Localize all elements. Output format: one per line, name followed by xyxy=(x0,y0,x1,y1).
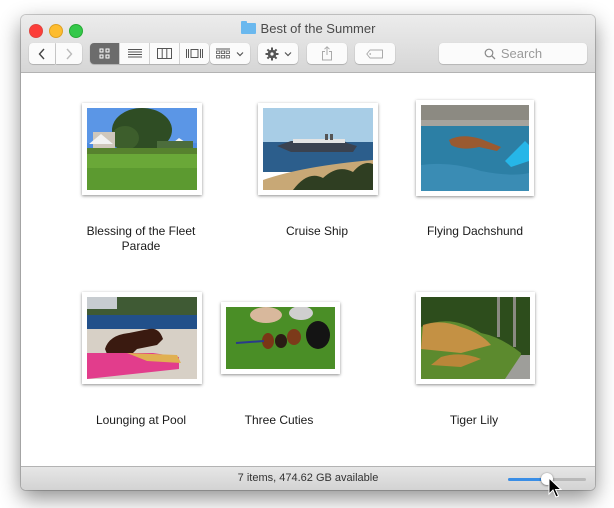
arrange-grid-icon xyxy=(216,48,230,59)
search-icon xyxy=(484,48,496,59)
file-name-line1: Tiger Lily xyxy=(449,413,499,427)
file-thumbnail-tiger-lily[interactable] xyxy=(416,292,535,384)
photo-tiger-lily xyxy=(421,297,530,379)
chevron-right-icon xyxy=(66,48,73,59)
file-name-line1: Cruise Ship xyxy=(285,224,349,238)
search-placeholder: Search xyxy=(500,46,543,61)
file-thumbnail-lounging-at-pool[interactable] xyxy=(82,292,202,384)
tag-button[interactable] xyxy=(355,43,395,64)
icon-size-slider[interactable] xyxy=(508,473,586,485)
coverflow-icon xyxy=(186,49,203,58)
file-name-line2: Parade xyxy=(121,239,161,253)
tag-icon xyxy=(366,49,383,58)
chevron-left-icon xyxy=(38,48,45,59)
photo-lounging-at-pool xyxy=(87,297,197,379)
icon-view-button[interactable] xyxy=(90,43,120,64)
share-icon xyxy=(322,46,332,61)
window-title-text: Best of the Summer xyxy=(260,21,376,36)
finder-window: Best of the Summer Search Blessing of th… xyxy=(21,15,595,490)
list-icon xyxy=(127,49,142,58)
file-thumbnail-flying-dachshund[interactable] xyxy=(416,100,534,196)
list-view-button[interactable] xyxy=(120,43,150,64)
file-name-line1: Blessing of the Fleet xyxy=(86,224,196,238)
toolbar: Best of the Summer Search xyxy=(21,15,595,73)
window-title: Best of the Summer xyxy=(21,21,595,36)
back-button[interactable] xyxy=(29,43,55,64)
gear-icon xyxy=(265,47,278,60)
folder-icon xyxy=(240,21,256,34)
columns-icon xyxy=(157,48,172,59)
arrange-button[interactable] xyxy=(210,43,250,64)
photo-blessing-of-the-fleet xyxy=(87,108,197,190)
file-thumbnail-cruise-ship[interactable] xyxy=(258,103,378,195)
photo-flying-dachshund xyxy=(421,105,529,191)
share-button[interactable] xyxy=(307,43,347,64)
file-label-three-cuties[interactable]: Three Cuties xyxy=(204,413,354,428)
cover-flow-view-button[interactable] xyxy=(180,43,209,64)
file-thumbnail-blessing-of-the-fleet-parade[interactable] xyxy=(82,103,202,195)
file-label-tiger-lily[interactable]: Tiger Lily xyxy=(399,413,549,428)
forward-button[interactable] xyxy=(56,43,82,64)
mouse-pointer-icon xyxy=(548,477,562,498)
photo-three-cuties xyxy=(226,306,335,369)
chevron-down-icon xyxy=(284,51,291,56)
file-name-line1: Lounging at Pool xyxy=(95,413,187,427)
search-field[interactable]: Search xyxy=(439,43,587,64)
action-button[interactable] xyxy=(258,43,298,64)
file-thumbnail-three-cuties[interactable] xyxy=(221,302,340,374)
file-label-lounging-at-pool[interactable]: Lounging at Pool xyxy=(66,413,216,428)
status-bar: 7 items, 474.62 GB available xyxy=(21,466,595,490)
file-label-blessing-of-the-fleet-parade[interactable]: Blessing of the Fleet Parade xyxy=(66,224,216,254)
view-mode-segmented-control xyxy=(90,43,209,64)
file-label-cruise-ship[interactable]: Cruise Ship xyxy=(242,224,392,239)
file-label-flying-dachshund[interactable]: Flying Dachshund xyxy=(400,224,550,239)
photo-cruise-ship xyxy=(263,108,373,190)
column-view-button[interactable] xyxy=(150,43,180,64)
file-name-line1: Flying Dachshund xyxy=(426,224,524,238)
file-name-line1: Three Cuties xyxy=(244,413,314,427)
chevron-down-icon xyxy=(236,51,244,56)
grid-icon xyxy=(99,48,110,59)
icon-view-content: Blessing of the Fleet Parade Cruise Ship xyxy=(21,73,595,466)
